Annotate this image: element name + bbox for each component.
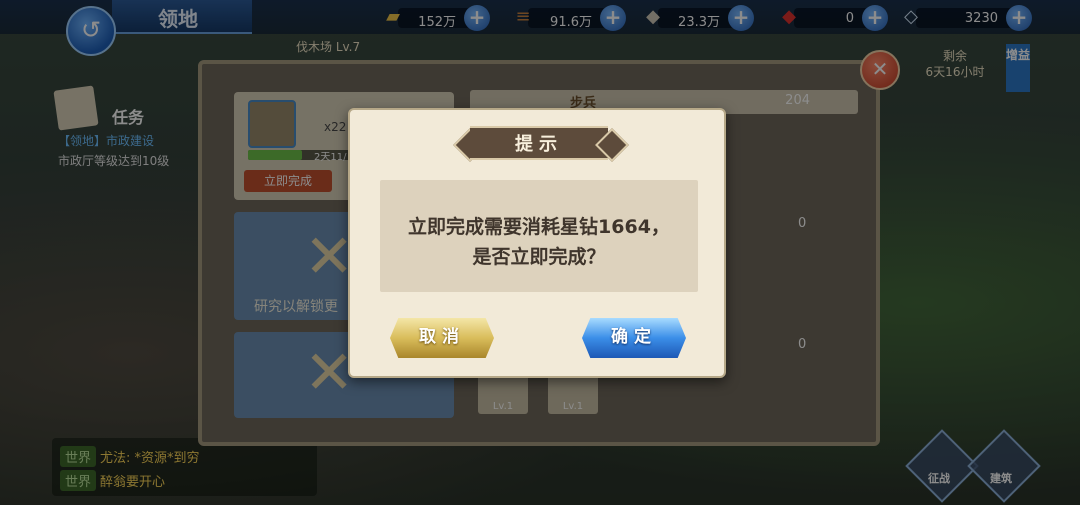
confirm-button[interactable]: 确定 xyxy=(582,318,686,358)
dialog-message-box: 立即完成需要消耗星钻1664， 是否立即完成？ xyxy=(380,180,698,292)
confirm-dialog: 提示 立即完成需要消耗星钻1664， 是否立即完成？ 取消 确定 xyxy=(348,108,726,378)
dialog-title-plate: 提示 xyxy=(453,126,629,162)
dialog-message-line1: 立即完成需要消耗星钻1664， xyxy=(408,216,670,238)
dialog-title: 提示 xyxy=(515,134,563,155)
dialog-message-line2: 是否立即完成？ xyxy=(472,246,606,268)
cancel-button[interactable]: 取消 xyxy=(390,318,494,358)
